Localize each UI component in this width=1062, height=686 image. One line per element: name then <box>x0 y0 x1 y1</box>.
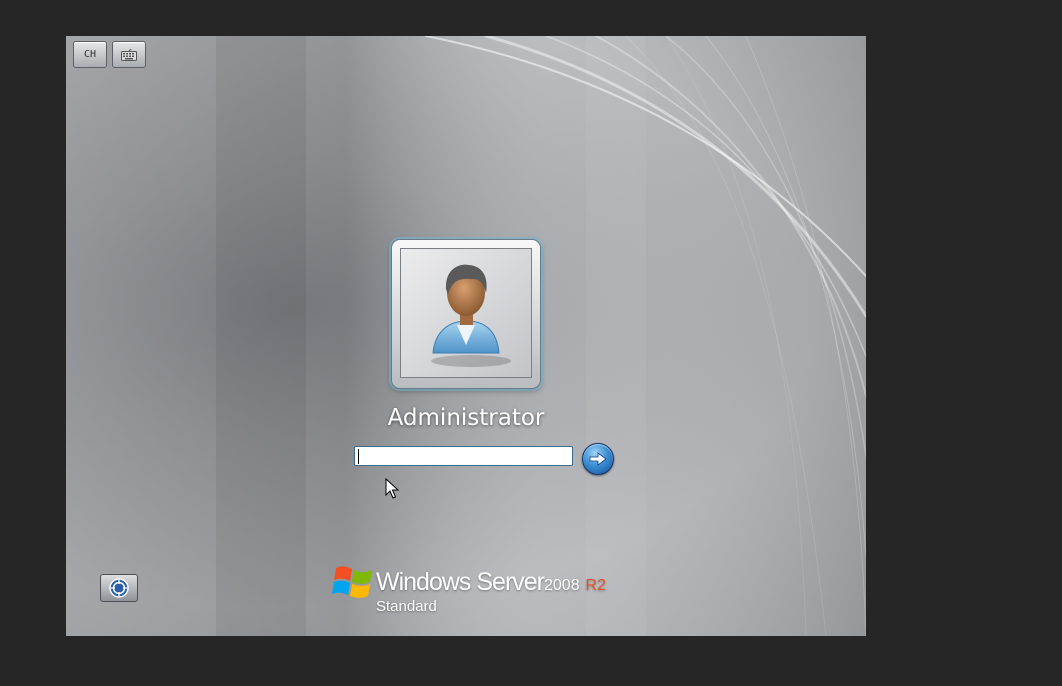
product-release: R2 <box>585 577 606 594</box>
language-label: CH <box>83 49 97 60</box>
text-caret <box>358 449 359 464</box>
user-avatar-icon <box>431 264 511 367</box>
ease-of-access-button[interactable] <box>100 574 138 602</box>
product-edition: Standard <box>376 598 437 615</box>
language-button[interactable]: CH <box>73 41 107 68</box>
ease-of-access-icon <box>109 578 129 598</box>
mouse-cursor-icon <box>385 478 399 499</box>
on-screen-keyboard-button[interactable] <box>112 41 146 68</box>
user-name-label: Administrator <box>387 405 545 431</box>
submit-arrow-button[interactable] <box>582 443 614 475</box>
keyboard-icon <box>121 48 137 61</box>
windows-server-branding: Windows Server2008 R2 Standard <box>332 560 622 620</box>
user-tile[interactable] <box>391 239 541 389</box>
windows-flag-icon <box>332 566 372 598</box>
arrow-right-icon <box>589 452 607 466</box>
product-name-text: Windows Server <box>376 568 545 596</box>
logon-screen: CH Administrator Windows Server2008 R2 S… <box>66 36 866 636</box>
user-picture-frame <box>400 248 532 378</box>
product-version: 2008 <box>544 577 580 594</box>
product-name: Windows Server2008 R2 <box>376 568 606 597</box>
password-input[interactable] <box>354 446 573 466</box>
